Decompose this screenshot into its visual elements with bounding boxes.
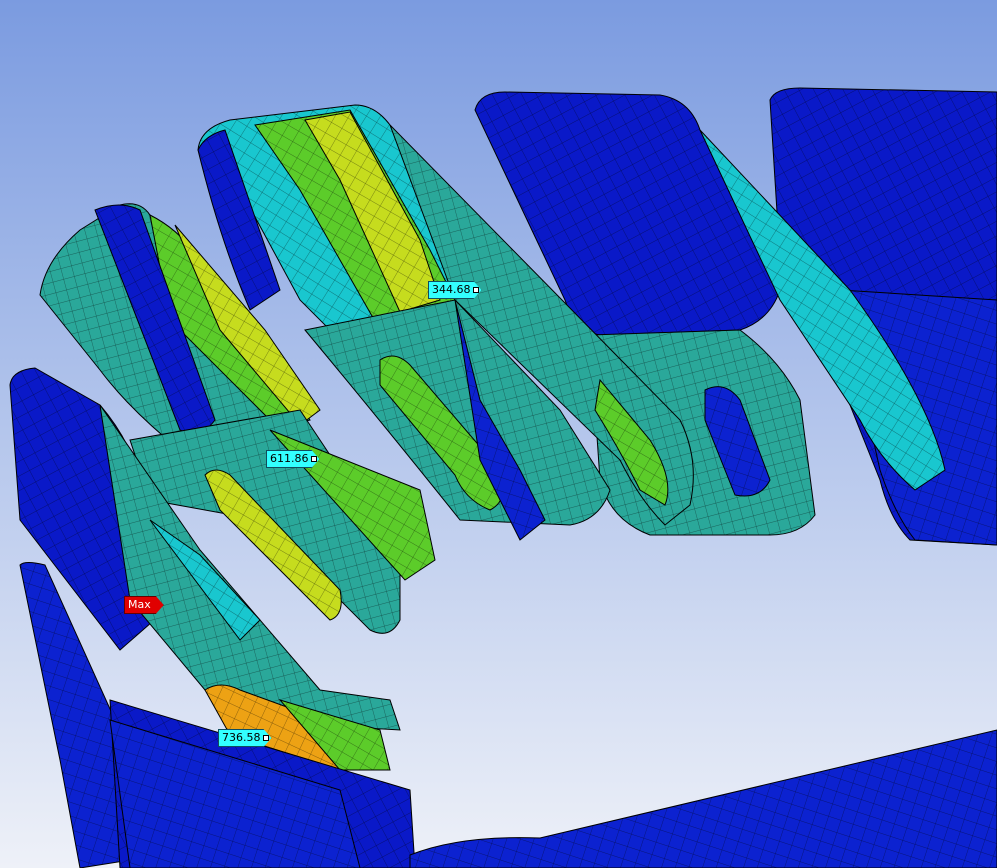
- probe-label-2[interactable]: 611.86: [266, 450, 320, 468]
- fea-mesh-scene[interactable]: [0, 0, 997, 868]
- max-marker-label[interactable]: Max: [124, 596, 164, 614]
- 3d-viewport[interactable]: 344.68 611.86 736.58 Max: [0, 0, 997, 868]
- probe-label-3[interactable]: 736.58: [218, 729, 272, 747]
- probe-label-1[interactable]: 344.68: [428, 281, 482, 299]
